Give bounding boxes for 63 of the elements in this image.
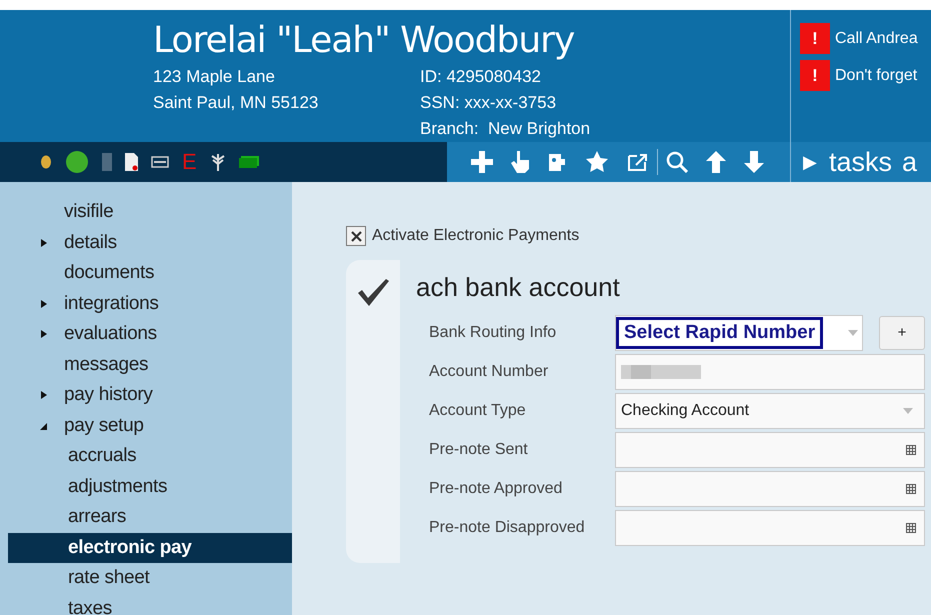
field-label: Account Number bbox=[429, 362, 550, 382]
calendar-icon[interactable] bbox=[906, 523, 916, 533]
plus-icon[interactable] bbox=[471, 151, 493, 173]
tasks-label[interactable]: tasks bbox=[829, 142, 892, 182]
alert-badge[interactable]: ! bbox=[800, 23, 830, 54]
star-icon[interactable] bbox=[585, 150, 609, 174]
down-arrow-icon[interactable] bbox=[744, 151, 764, 173]
sidebar-item[interactable]: visifile bbox=[64, 198, 114, 226]
status-ball-icon[interactable] bbox=[65, 150, 89, 174]
sidebar-item[interactable]: integrations bbox=[64, 290, 159, 318]
alert-text[interactable]: Call Andrea bbox=[835, 26, 918, 50]
collapsed-triangle-icon[interactable] bbox=[40, 238, 48, 248]
checkbox[interactable] bbox=[346, 226, 366, 246]
account-number-field[interactable] bbox=[615, 354, 925, 390]
add-button[interactable]: + bbox=[879, 316, 925, 350]
export-icon[interactable] bbox=[627, 152, 649, 172]
account-type-select[interactable]: Checking Account bbox=[615, 393, 925, 429]
address-line: Saint Paul, MN 55123 bbox=[153, 92, 320, 114]
sidebar-item[interactable]: taxes bbox=[68, 594, 112, 615]
expanded-triangle-icon[interactable] bbox=[40, 420, 48, 431]
document-icon[interactable] bbox=[125, 153, 138, 171]
sidebar-item[interactable]: adjustments bbox=[68, 472, 168, 501]
field-label: Pre-note Approved bbox=[429, 479, 564, 499]
field-label: Account Type bbox=[429, 401, 527, 421]
field-label: Pre-note Sent bbox=[429, 440, 529, 460]
collapsed-triangle-icon[interactable] bbox=[40, 298, 48, 309]
address-line: 123 Maple Lane bbox=[153, 66, 276, 88]
employee-detail: SSN: xxx-xx-3753 bbox=[420, 92, 558, 114]
coin-icon[interactable] bbox=[40, 155, 52, 169]
tasks-toggle-arrow[interactable]: ▶ bbox=[803, 148, 817, 176]
alert-badge[interactable]: ! bbox=[800, 60, 830, 91]
sidebar-item[interactable]: messages bbox=[64, 350, 148, 379]
employee-detail: Branch: New Brighton bbox=[420, 118, 590, 140]
alert-text[interactable]: Don't forget bbox=[835, 64, 918, 88]
sidebar-item[interactable]: pay history bbox=[64, 381, 153, 410]
rapid-number-select[interactable]: Select Rapid Number bbox=[615, 315, 863, 351]
search-icon[interactable] bbox=[666, 151, 688, 173]
collapsed-triangle-icon[interactable] bbox=[40, 390, 48, 400]
money-icon[interactable] bbox=[238, 156, 259, 168]
date-field[interactable] bbox=[615, 471, 925, 507]
field-label: Bank Routing Info bbox=[429, 323, 558, 343]
up-arrow-icon[interactable] bbox=[706, 151, 726, 173]
sidebar-item[interactable]: evaluations bbox=[64, 320, 157, 348]
date-field[interactable] bbox=[615, 432, 925, 468]
sidebar-item[interactable]: documents bbox=[64, 259, 154, 288]
pointer-hand-icon[interactable] bbox=[511, 151, 529, 173]
date-field[interactable] bbox=[615, 510, 925, 546]
sidebar-item[interactable]: details bbox=[64, 228, 117, 257]
calendar-icon[interactable] bbox=[906, 445, 916, 455]
calendar-icon[interactable] bbox=[906, 484, 916, 494]
sidebar-item[interactable]: accruals bbox=[68, 442, 136, 470]
x-check-icon bbox=[350, 230, 362, 242]
tab-label[interactable]: a bbox=[902, 142, 918, 182]
field-label: Pre-note Disapproved bbox=[429, 518, 586, 538]
checkbox-label[interactable]: Activate Electronic Payments bbox=[372, 224, 580, 248]
employee-detail: ID: 4295080432 bbox=[420, 66, 542, 88]
section-title: ach bank account bbox=[416, 271, 621, 304]
sidebar-item[interactable]: arrears bbox=[68, 503, 126, 532]
employee-name: Lorelai "Leah" Woodbury bbox=[153, 22, 576, 60]
sidebar-item[interactable]: pay setup bbox=[64, 412, 144, 440]
sidebar-item[interactable]: rate sheet bbox=[68, 564, 150, 592]
card-icon[interactable] bbox=[151, 156, 169, 168]
collapsed-triangle-icon[interactable] bbox=[40, 329, 48, 340]
